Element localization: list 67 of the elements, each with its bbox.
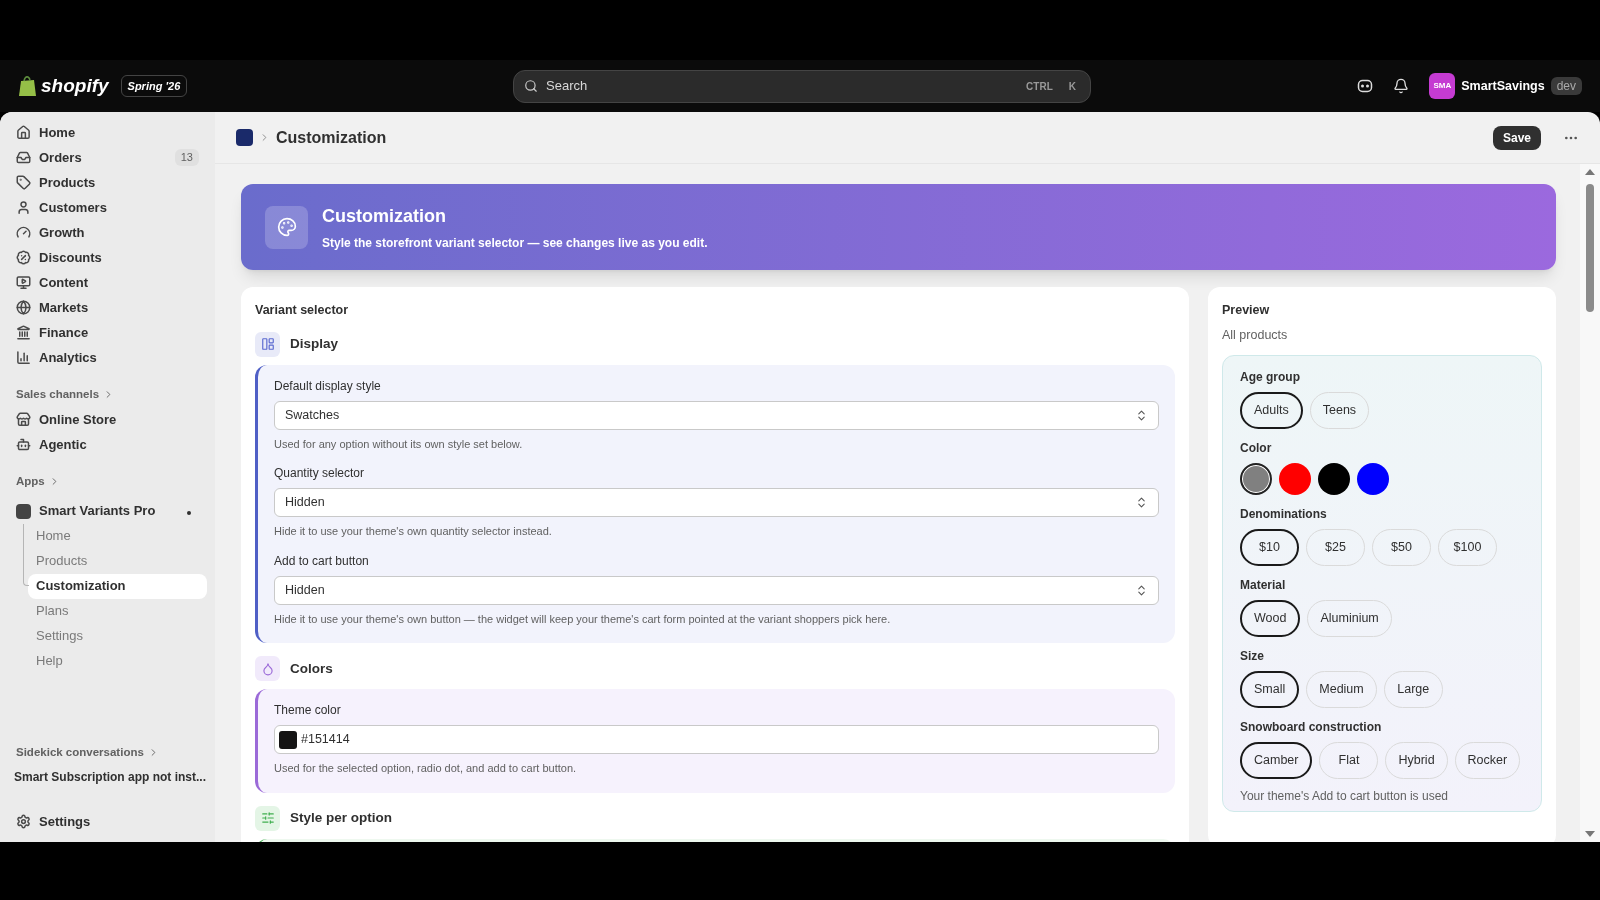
nav-item[interactable]: Smart Variants Pro bbox=[8, 498, 207, 524]
nav-item[interactable]: Discounts bbox=[8, 245, 207, 270]
key-hint: CTRL bbox=[1025, 79, 1054, 94]
nav-item[interactable]: Markets bbox=[8, 295, 207, 320]
store-avatar[interactable]: SMA bbox=[1429, 73, 1456, 99]
option-pill[interactable]: Adults bbox=[1240, 391, 1303, 429]
nav-item[interactable]: Settings bbox=[28, 623, 207, 649]
nav-item[interactable]: Products bbox=[28, 548, 207, 574]
search-field[interactable]: Search CTRL K bbox=[513, 69, 1091, 103]
nav-item[interactable]: Plans bbox=[28, 598, 207, 624]
nav-item[interactable]: Home bbox=[8, 120, 207, 145]
nav-item[interactable]: Content bbox=[8, 270, 207, 295]
card-title: Preview bbox=[1222, 302, 1271, 319]
page-title: Customization bbox=[276, 127, 387, 148]
option-label: Snowboard construction bbox=[1240, 718, 1383, 736]
nav-item[interactable]: Online Store bbox=[8, 407, 207, 433]
section-link[interactable]: Sales channels bbox=[8, 386, 207, 404]
field-label: Add to cart button bbox=[274, 552, 370, 570]
save-button[interactable]: Save bbox=[1492, 125, 1541, 150]
option-pill[interactable]: Small bbox=[1240, 670, 1300, 708]
key-hint: K bbox=[1067, 79, 1077, 94]
count-badge: 13 bbox=[174, 149, 199, 166]
nav-item[interactable]: Orders 13 bbox=[8, 145, 207, 170]
card-subtitle: All products bbox=[1222, 326, 1289, 344]
option-label: Material bbox=[1240, 576, 1287, 594]
help-text: Hide it to use your theme's own button — the widget will keep your theme's cart form pointed at the variant shoppers pick here. bbox=[274, 611, 892, 627]
logo-text: shopify bbox=[41, 73, 109, 98]
store-name[interactable]: SmartSavings bbox=[1461, 76, 1545, 96]
nav-item[interactable]: Growth bbox=[8, 220, 207, 245]
env-badge: dev bbox=[1550, 77, 1582, 95]
card-title: Variant selector bbox=[255, 302, 350, 319]
nav-item[interactable]: Customers bbox=[8, 195, 207, 220]
option-label: Age group bbox=[1240, 368, 1301, 386]
select-field[interactable]: Hidden bbox=[274, 488, 1159, 518]
select-field[interactable]: Hidden bbox=[274, 575, 1159, 605]
nav-item[interactable]: Help bbox=[28, 648, 207, 674]
option-label: Color bbox=[1240, 439, 1273, 457]
option-pill[interactable]: Wood bbox=[1240, 599, 1301, 637]
section-title: Style per option bbox=[290, 809, 392, 828]
help-text: Hide it to use your theme's own quantity selector instead. bbox=[274, 524, 553, 540]
option-label: Size bbox=[1240, 647, 1265, 665]
section-title: Display bbox=[290, 335, 339, 354]
nav-item[interactable]: Customization bbox=[28, 573, 207, 599]
nav-item[interactable]: Settings bbox=[8, 809, 207, 834]
option-pill[interactable]: $10 bbox=[1240, 528, 1299, 566]
help-text: Used for any option without its own style set below. bbox=[274, 436, 524, 452]
nav-item[interactable]: Home bbox=[28, 523, 207, 549]
field-label: Theme color bbox=[274, 702, 342, 720]
nav-item[interactable]: Products bbox=[8, 170, 207, 195]
nav-item[interactable]: Agentic bbox=[8, 432, 207, 458]
section-link[interactable]: Sidekick conversations bbox=[8, 743, 207, 761]
section-link[interactable]: Apps bbox=[8, 473, 207, 491]
option-pill[interactable]: Camber bbox=[1240, 741, 1313, 779]
section-title: Colors bbox=[290, 659, 333, 678]
select-field[interactable]: Swatches bbox=[274, 400, 1159, 430]
banner-subtitle: Style the storefront variant selector — see changes live as you edit. bbox=[322, 234, 708, 252]
field-label: Quantity selector bbox=[274, 465, 366, 483]
banner-title: Customization bbox=[322, 204, 447, 228]
nav-item[interactable]: Analytics bbox=[8, 345, 207, 370]
release-badge: Spring '26 bbox=[120, 74, 188, 98]
nav-item[interactable]: Finance bbox=[8, 320, 207, 345]
note-text: Your theme's Add to cart button is used bbox=[1240, 788, 1449, 803]
color-field[interactable]: #151414 bbox=[274, 725, 1159, 755]
conversation-link[interactable]: Smart Subscription app not inst... bbox=[8, 769, 212, 785]
field-label: Default display style bbox=[274, 377, 382, 395]
option-label: Denominations bbox=[1240, 505, 1328, 523]
help-text: Used for the selected option, radio dot, and add to cart button. bbox=[274, 761, 578, 777]
